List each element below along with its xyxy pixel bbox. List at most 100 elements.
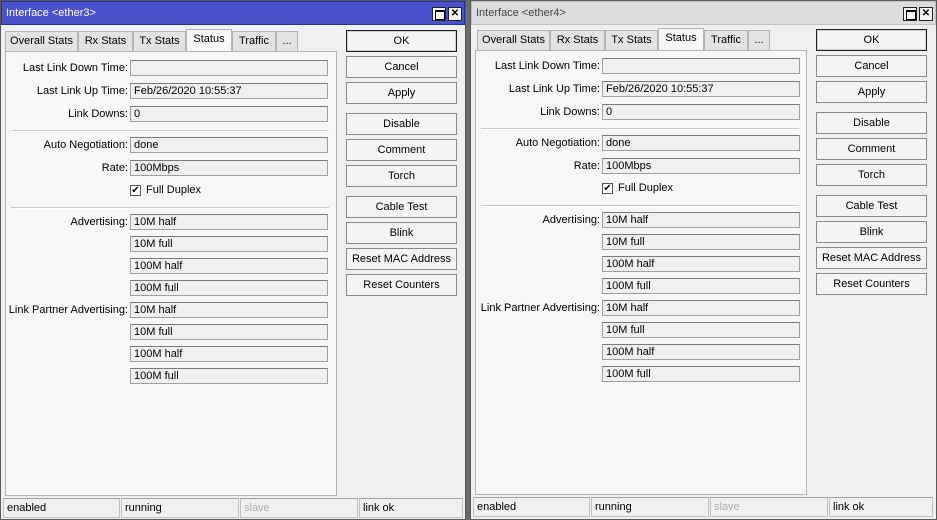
status-panel: Last Link Down Time: Last Link Up Time: … xyxy=(475,50,807,495)
advertising-item[interactable]: 100M full xyxy=(602,278,800,294)
status-slave: slave xyxy=(710,497,828,517)
last-link-down-field[interactable] xyxy=(602,58,800,74)
advertising-item[interactable]: 100M half xyxy=(130,258,328,274)
full-duplex-checkbox[interactable]: ✔ Full Duplex xyxy=(602,182,673,196)
disable-button[interactable]: Disable xyxy=(346,113,457,135)
advertising-item[interactable]: 100M half xyxy=(602,256,800,272)
status-enabled: enabled xyxy=(3,498,120,518)
advertising-item[interactable]: 10M full xyxy=(602,234,800,250)
advertising-label: Advertising: xyxy=(70,216,128,228)
link-partner-advertising-item[interactable]: 100M full xyxy=(602,366,800,382)
ok-button[interactable]: OK xyxy=(816,29,927,51)
advertising-item[interactable]: 100M full xyxy=(130,280,328,296)
advertising-item[interactable]: 10M half xyxy=(130,214,328,230)
tab-tx-stats[interactable]: Tx Stats xyxy=(133,31,186,51)
window-titlebar[interactable]: Interface <ether3> ✕ xyxy=(1,1,465,25)
link-downs-field[interactable]: 0 xyxy=(130,106,328,122)
link-partner-advertising-item[interactable]: 100M full xyxy=(130,368,328,384)
tab-rx-stats[interactable]: Rx Stats xyxy=(78,31,133,51)
rate-label: Rate: xyxy=(573,160,600,172)
reset-counters-button[interactable]: Reset Counters xyxy=(816,273,927,295)
link-partner-advertising-item[interactable]: 100M half xyxy=(602,344,800,360)
full-duplex-label: Full Duplex xyxy=(146,184,202,196)
link-partner-advertising-label: Link Partner Advertising: xyxy=(480,302,600,314)
status-panel: Last Link Down Time: Last Link Up Time: … xyxy=(5,51,337,496)
link-partner-advertising-item[interactable]: 100M half xyxy=(130,346,328,362)
link-downs-field[interactable]: 0 xyxy=(602,104,800,120)
close-icon[interactable]: ✕ xyxy=(448,7,462,21)
link-downs-label: Link Downs: xyxy=(540,106,600,118)
ok-button[interactable]: OK xyxy=(346,30,457,52)
apply-button[interactable]: Apply xyxy=(816,81,927,103)
reset-counters-button[interactable]: Reset Counters xyxy=(346,274,457,296)
tab-more[interactable]: ... xyxy=(276,31,298,51)
apply-button[interactable]: Apply xyxy=(346,82,457,104)
tab-traffic[interactable]: Traffic xyxy=(232,31,276,51)
maximize-icon[interactable] xyxy=(903,7,917,21)
separator xyxy=(11,130,329,132)
tab-traffic[interactable]: Traffic xyxy=(704,30,748,50)
status-link: link ok xyxy=(829,497,933,517)
advertising-label: Advertising: xyxy=(542,214,600,226)
interface-window-ether4: Interface <ether4> ✕ Overall Stats Rx St… xyxy=(470,0,937,520)
blink-button[interactable]: Blink xyxy=(346,222,457,244)
link-partner-advertising-item[interactable]: 10M half xyxy=(130,302,328,318)
rate-field[interactable]: 100Mbps xyxy=(130,160,328,176)
torch-button[interactable]: Torch xyxy=(346,165,457,187)
last-link-up-label: Last Link Up Time: xyxy=(508,83,600,95)
torch-button[interactable]: Torch xyxy=(816,164,927,186)
link-partner-advertising-label: Link Partner Advertising: xyxy=(8,304,128,316)
tab-tx-stats[interactable]: Tx Stats xyxy=(605,30,658,50)
disable-button[interactable]: Disable xyxy=(816,112,927,134)
maximize-icon[interactable] xyxy=(432,7,446,21)
last-link-up-field[interactable]: Feb/26/2020 10:55:37 xyxy=(130,83,328,99)
checkmark-icon[interactable]: ✔ xyxy=(602,183,613,194)
link-partner-advertising-item[interactable]: 10M full xyxy=(602,322,800,338)
interface-window-ether3: Interface <ether3> ✕ Overall Stats Rx St… xyxy=(0,0,466,520)
advertising-item[interactable]: 10M full xyxy=(130,236,328,252)
status-link: link ok xyxy=(359,498,463,518)
tab-status[interactable]: Status xyxy=(186,29,232,51)
last-link-up-field[interactable]: Feb/26/2020 10:55:37 xyxy=(602,81,800,97)
close-icon[interactable]: ✕ xyxy=(919,7,933,21)
auto-negotiation-field[interactable]: done xyxy=(130,137,328,153)
last-link-up-label: Last Link Up Time: xyxy=(36,85,128,97)
tab-rx-stats[interactable]: Rx Stats xyxy=(550,30,605,50)
last-link-down-label: Last Link Down Time: xyxy=(494,60,600,72)
cable-test-button[interactable]: Cable Test xyxy=(346,196,457,218)
window-titlebar[interactable]: Interface <ether4> ✕ xyxy=(471,1,936,25)
rate-label: Rate: xyxy=(101,162,128,174)
status-running: running xyxy=(591,497,709,517)
full-duplex-label: Full Duplex xyxy=(618,182,674,194)
window-title: Interface <ether4> xyxy=(476,7,566,19)
auto-negotiation-label: Auto Negotiation: xyxy=(43,139,128,151)
advertising-item[interactable]: 10M half xyxy=(602,212,800,228)
tab-status[interactable]: Status xyxy=(658,28,704,50)
cancel-button[interactable]: Cancel xyxy=(816,55,927,77)
comment-button[interactable]: Comment xyxy=(816,138,927,160)
blink-button[interactable]: Blink xyxy=(816,221,927,243)
window-title: Interface <ether3> xyxy=(6,7,96,19)
rate-field[interactable]: 100Mbps xyxy=(602,158,800,174)
cancel-button[interactable]: Cancel xyxy=(346,56,457,78)
comment-button[interactable]: Comment xyxy=(346,139,457,161)
last-link-down-label: Last Link Down Time: xyxy=(22,62,128,74)
reset-mac-address-button[interactable]: Reset MAC Address xyxy=(816,247,927,269)
link-partner-advertising-item[interactable]: 10M half xyxy=(602,300,800,316)
separator xyxy=(481,128,799,130)
auto-negotiation-label: Auto Negotiation: xyxy=(515,137,600,149)
separator xyxy=(481,205,799,207)
tab-more[interactable]: ... xyxy=(748,30,770,50)
tab-overall-stats[interactable]: Overall Stats xyxy=(477,30,550,50)
status-enabled: enabled xyxy=(473,497,590,517)
link-downs-label: Link Downs: xyxy=(68,108,128,120)
checkmark-icon[interactable]: ✔ xyxy=(130,185,141,196)
cable-test-button[interactable]: Cable Test xyxy=(816,195,927,217)
full-duplex-checkbox[interactable]: ✔ Full Duplex xyxy=(130,184,201,198)
auto-negotiation-field[interactable]: done xyxy=(602,135,800,151)
last-link-down-field[interactable] xyxy=(130,60,328,76)
tab-overall-stats[interactable]: Overall Stats xyxy=(5,31,78,51)
status-running: running xyxy=(121,498,239,518)
reset-mac-address-button[interactable]: Reset MAC Address xyxy=(346,248,457,270)
link-partner-advertising-item[interactable]: 10M full xyxy=(130,324,328,340)
